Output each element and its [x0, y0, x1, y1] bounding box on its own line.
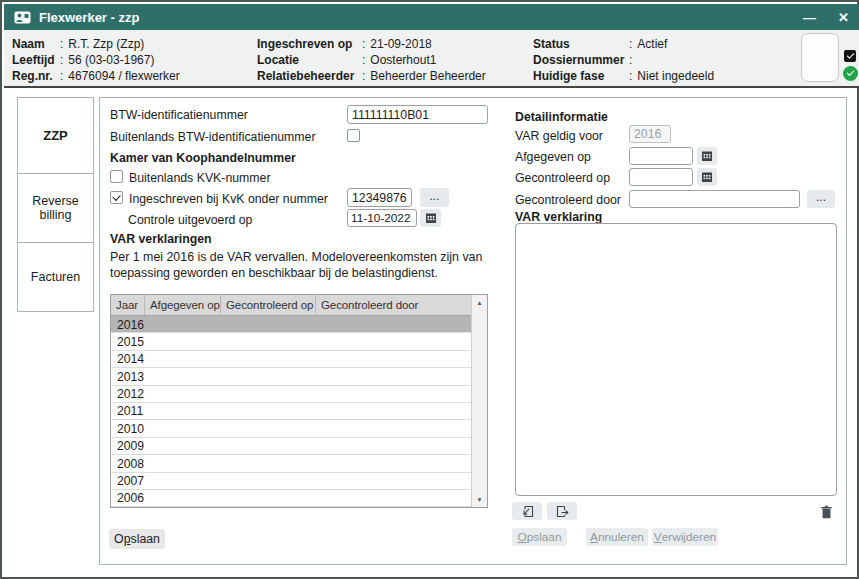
import-document-icon: [521, 505, 534, 518]
table-row[interactable]: 2006: [111, 490, 471, 507]
scroll-down-icon[interactable]: ▼: [472, 496, 487, 503]
calendar-icon: [701, 171, 713, 183]
table-row[interactable]: 2008: [111, 455, 471, 472]
calendar-icon: [425, 212, 437, 224]
kvk-registered-label: Ingeschreven bij KvK onder nummer: [129, 192, 328, 206]
kvk-number-input[interactable]: [347, 188, 412, 207]
header-field-relatiebeheerder: Relatiebeheerder : Beheerder Beheerder: [257, 69, 486, 83]
minimize-button[interactable]: —: [803, 10, 816, 25]
foreign-btw-checkbox[interactable]: [347, 129, 360, 142]
table-row[interactable]: 2012: [111, 386, 471, 403]
titlebar: Flexwerker - zzp — ✕: [4, 4, 859, 30]
column-header-afgegeven-op[interactable]: Afgegeven op: [145, 295, 221, 315]
issued-input[interactable]: [629, 147, 693, 165]
valid-for-input: [629, 125, 671, 143]
column-header-gecontroleerd-door[interactable]: Gecontroleerd door: [316, 295, 471, 315]
kvk-heading: Kamer van Koophandelnummer: [110, 151, 296, 165]
statement-label: VAR verklaring: [515, 210, 602, 224]
table-row[interactable]: 2014: [111, 351, 471, 368]
header-field-huidige-fase: Huidige fase : Niet ingedeeld: [533, 69, 714, 83]
btw-label: BTW-identificatienummer: [110, 108, 248, 122]
valid-for-label: VAR geldig voor: [515, 129, 603, 143]
detail-heading: Detailinformatie: [515, 110, 608, 124]
delete-trash-button[interactable]: [814, 503, 838, 520]
calendar-icon: [701, 150, 713, 162]
header-field-dossiernummer: Dossiernummer :: [533, 53, 637, 67]
table-row[interactable]: 2007: [111, 473, 471, 490]
foreign-kvk-label: Buitenlands KVK-nummer: [129, 171, 270, 185]
check-date-label: Controle uitgevoerd op: [128, 213, 252, 227]
save-button-left[interactable]: Opslaan: [109, 529, 165, 549]
photo-placeholder[interactable]: [801, 33, 839, 82]
tab-facturen[interactable]: Facturen: [17, 242, 94, 312]
check-date-calendar-button[interactable]: [420, 209, 441, 227]
header-checkbox-checked[interactable]: [844, 50, 856, 62]
table-row[interactable]: 2011: [111, 403, 471, 420]
header-field-ingeschreven: Ingeschreven op : 21-09-2018: [257, 37, 432, 51]
kvk-registered-checkbox[interactable]: [110, 191, 123, 204]
var-table-content: Jaar Afgegeven op Gecontroleerd op Gecon…: [111, 295, 471, 507]
var-table-body: 2016 2015 2014: [111, 316, 471, 507]
var-table: Jaar Afgegeven op Gecontroleerd op Gecon…: [110, 294, 488, 508]
checked-on-calendar-button[interactable]: [697, 168, 717, 186]
btw-input[interactable]: [347, 105, 488, 124]
close-button[interactable]: ✕: [838, 10, 849, 25]
checked-by-browse-button[interactable]: ...: [807, 190, 835, 208]
header-field-naam: Naam : R.T. Zzp (Zzp): [12, 37, 144, 51]
tab-reverse-billing[interactable]: Reverse billing: [17, 173, 94, 243]
checked-by-label: Gecontroleerd door: [515, 193, 621, 207]
person-card-icon: [14, 11, 31, 24]
column-header-jaar[interactable]: Jaar: [111, 295, 145, 315]
var-table-header: Jaar Afgegeven op Gecontroleerd op Gecon…: [111, 295, 471, 316]
flexwerker-window: Flexwerker - zzp — ✕ Naam : R.T. Zzp (Zz…: [0, 0, 859, 579]
issued-calendar-button[interactable]: [697, 147, 717, 165]
cancel-button[interactable]: Annuleren: [586, 528, 648, 546]
save-button[interactable]: Opslaan: [512, 528, 567, 546]
table-row[interactable]: 2009: [111, 438, 471, 455]
table-row[interactable]: 2013: [111, 368, 471, 385]
foreign-btw-label: Buitenlands BTW-identificatienummer: [110, 130, 316, 144]
header-field-status: Status : Actief: [533, 37, 667, 51]
kvk-browse-button[interactable]: ...: [420, 188, 449, 207]
header-field-leeftijd: Leeftijd : 56 (03-03-1967): [12, 53, 154, 67]
var-heading: VAR verklaringen: [110, 232, 212, 246]
export-button[interactable]: [547, 502, 577, 520]
table-row[interactable]: 2016: [111, 316, 471, 333]
tab-zzp[interactable]: ZZP: [17, 97, 94, 174]
checked-on-input[interactable]: [629, 168, 693, 186]
export-document-icon: [556, 505, 569, 518]
window-title: Flexwerker - zzp: [39, 10, 139, 25]
header-field-locatie: Locatie : Oosterhout1: [257, 53, 436, 67]
table-row[interactable]: 2010: [111, 420, 471, 437]
delete-button[interactable]: Verwijderen: [652, 528, 718, 546]
checked-on-label: Gecontroleerd op: [515, 171, 610, 185]
check-date-input[interactable]: [347, 209, 417, 227]
header-field-regnr: Reg.nr. : 4676094 / flexwerker: [12, 69, 180, 83]
record-header: Naam : R.T. Zzp (Zzp) Leeftijd : 56 (03-…: [4, 30, 859, 88]
checked-by-input[interactable]: [629, 190, 800, 208]
issued-label: Afgegeven op: [515, 150, 591, 164]
column-header-gecontroleerd-op[interactable]: Gecontroleerd op: [221, 295, 316, 315]
import-button[interactable]: [512, 502, 542, 520]
table-scrollbar[interactable]: ▲ ▼: [471, 295, 487, 507]
trash-icon: [820, 505, 833, 519]
scroll-up-icon[interactable]: ▲: [472, 299, 487, 306]
status-ok-icon: [843, 66, 858, 81]
statement-textarea[interactable]: [515, 223, 837, 496]
table-row[interactable]: 2015: [111, 333, 471, 350]
var-note: Per 1 mei 2016 is de VAR vervallen. Mode…: [110, 249, 494, 281]
foreign-kvk-checkbox[interactable]: [110, 170, 123, 183]
